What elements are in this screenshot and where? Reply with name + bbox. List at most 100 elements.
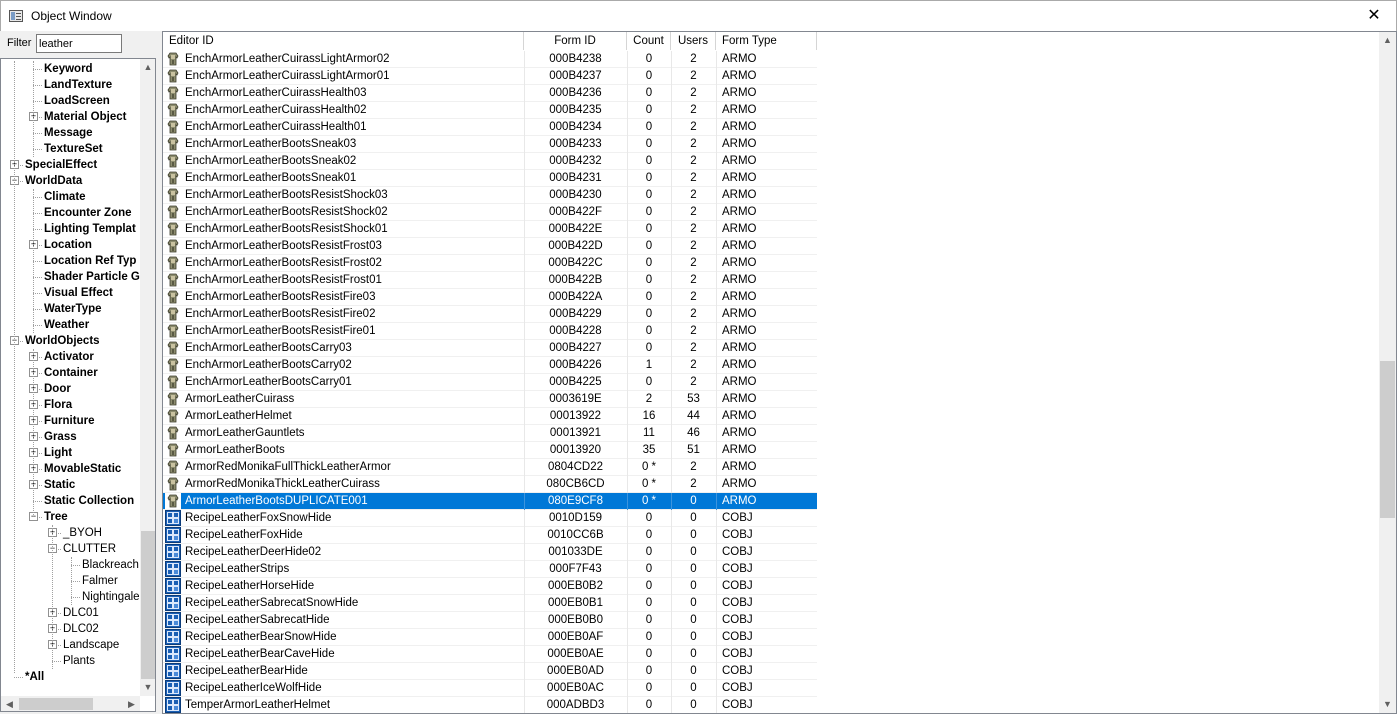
table-row[interactable]: EnchArmorLeatherBootsCarry02 000B4226 1 2 AR…	[163, 357, 817, 374]
table-row[interactable]: RecipeLeatherHorseHide 000EB0B2 0 0 COBJ	[163, 578, 817, 595]
table-row[interactable]: RecipeLeatherIceWolfHide 000EB0AC 0 0 COBJ	[163, 680, 817, 697]
tree-item-location[interactable]: Location	[44, 237, 92, 253]
table-row[interactable]: ArmorRedMonikaThickLeatherCuirass 080CB6C…	[163, 476, 817, 493]
tree-item-all[interactable]: *All	[25, 669, 44, 685]
tree-item-textureset[interactable]: TextureSet	[44, 141, 103, 157]
scroll-right-arrow-icon[interactable]: ▶	[123, 696, 140, 711]
tree-hscroll-thumb[interactable]	[19, 698, 93, 710]
tree-item-landtexture[interactable]: LandTexture	[44, 77, 112, 93]
tree-item-plants[interactable]: Plants	[63, 653, 95, 669]
tree-vertical-scrollbar[interactable]: ▲ ▼	[140, 59, 155, 696]
scroll-left-arrow-icon[interactable]: ◀	[1, 696, 18, 711]
tree-item-flora[interactable]: Flora	[44, 397, 72, 413]
tree-item-clutter[interactable]: CLUTTER	[63, 541, 116, 557]
tree-item-loadscreen[interactable]: LoadScreen	[44, 93, 110, 109]
table-row[interactable]: RecipeLeatherFoxHide 0010CC6B 0 0 COBJ	[163, 527, 817, 544]
tree-item-message[interactable]: Message	[44, 125, 93, 141]
tree-item-landscape[interactable]: Landscape	[63, 637, 119, 653]
table-row[interactable]: EnchArmorLeatherBootsResistFrost03 000B42…	[163, 238, 817, 255]
table-row[interactable]: EnchArmorLeatherBootsSneak01 000B4231 0 2 AR…	[163, 170, 817, 187]
table-row[interactable]: RecipeLeatherDeerHide02 001033DE 0 0 COBJ	[163, 544, 817, 561]
tree-item-shader-particle-g[interactable]: Shader Particle G	[44, 269, 140, 285]
tree-item-lighting-templat[interactable]: Lighting Templat	[44, 221, 136, 237]
table-row[interactable]: EnchArmorLeatherBootsCarry03 000B4227 0 2 AR…	[163, 340, 817, 357]
tree-item-worldobjects[interactable]: WorldObjects	[25, 333, 100, 349]
list-scroll-thumb[interactable]	[1380, 361, 1395, 518]
table-row[interactable]: EnchArmorLeatherBootsResistFire03 000B422…	[163, 289, 817, 306]
table-row[interactable]: RecipeLeatherStrips 000F7F43 0 0 COBJ	[163, 561, 817, 578]
table-row[interactable]: TemperArmorLeatherHelmet 000ADBD3 0 0 COBJ	[163, 697, 817, 713]
tree-item-dlc02[interactable]: DLC02	[63, 621, 99, 637]
table-row[interactable]: ArmorRedMonikaFullThickLeatherArmor 0804C…	[163, 459, 817, 476]
tree-item-encounter-zone[interactable]: Encounter Zone	[44, 205, 132, 221]
tree-item-static[interactable]: Static	[44, 477, 75, 493]
tree-item-door[interactable]: Door	[44, 381, 71, 397]
list-scroll-down-arrow-icon[interactable]: ▼	[1379, 696, 1396, 713]
tree-item-dlc01[interactable]: DLC01	[63, 605, 99, 621]
table-row[interactable]: EnchArmorLeatherBootsSneak03 000B4233 0 2 AR…	[163, 136, 817, 153]
column-header-count[interactable]: Count	[627, 32, 671, 50]
table-row[interactable]: RecipeLeatherBearCaveHide 000EB0AE 0 0 COBJ	[163, 646, 817, 663]
list-scroll-up-arrow-icon[interactable]: ▲	[1379, 32, 1396, 49]
tree-item-climate[interactable]: Climate	[44, 189, 86, 205]
table-row[interactable]: RecipeLeatherFoxSnowHide 0010D159 0 0 COBJ	[163, 510, 817, 527]
table-row[interactable]: EnchArmorLeatherCuirassLightArmor02 000B4…	[163, 51, 817, 68]
tree-scroll-thumb[interactable]	[141, 531, 155, 679]
tree-item-movablestatic[interactable]: MovableStatic	[44, 461, 121, 477]
table-row[interactable]: RecipeLeatherSabrecatSnowHide 000EB0B1 0 0 C…	[163, 595, 817, 612]
filter-input[interactable]	[36, 34, 122, 53]
tree-item-falmer[interactable]: Falmer	[82, 573, 118, 589]
table-row[interactable]: EnchArmorLeatherBootsResistFire02 000B422…	[163, 306, 817, 323]
scroll-up-arrow-icon[interactable]: ▲	[140, 59, 155, 76]
table-row[interactable]: EnchArmorLeatherCuirassLightArmor01 000B4…	[163, 68, 817, 85]
tree-item-location-ref-typ[interactable]: Location Ref Typ	[44, 253, 136, 269]
table-row[interactable]: EnchArmorLeatherBootsResistFrost01 000B42…	[163, 272, 817, 289]
table-row[interactable]: ArmorLeatherGauntlets 00013921 11 46 ARMO	[163, 425, 817, 442]
close-button[interactable]: ✕	[1352, 1, 1396, 31]
tree-item-specialeffect[interactable]: SpecialEffect	[25, 157, 97, 173]
table-row[interactable]: EnchArmorLeatherBootsResistShock01 000B42…	[163, 221, 817, 238]
column-header-form-type[interactable]: Form Type	[716, 32, 817, 50]
column-header-users[interactable]: Users	[671, 32, 716, 50]
tree-item-byoh[interactable]: _BYOH	[63, 525, 102, 541]
table-row[interactable]: RecipeLeatherBearHide 000EB0AD 0 0 COBJ	[163, 663, 817, 680]
table-row[interactable]: EnchArmorLeatherBootsSneak02 000B4232 0 2 AR…	[163, 153, 817, 170]
tree-item-activator[interactable]: Activator	[44, 349, 94, 365]
tree-item-material-object[interactable]: Material Object	[44, 109, 126, 125]
table-row[interactable]: EnchArmorLeatherBootsResistFire01 000B422…	[163, 323, 817, 340]
table-row[interactable]: EnchArmorLeatherCuirassHealth02 000B4235 0…	[163, 102, 817, 119]
table-row[interactable]: EnchArmorLeatherCuirassHealth01 000B4234 0…	[163, 119, 817, 136]
tree-horizontal-scrollbar[interactable]: ◀ ▶	[1, 696, 140, 711]
table-row[interactable]: EnchArmorLeatherCuirassHealth03 000B4236 0…	[163, 85, 817, 102]
tree-item-visual-effect[interactable]: Visual Effect	[44, 285, 113, 301]
tree-item-watertype[interactable]: WaterType	[44, 301, 102, 317]
tree-item-worlddata[interactable]: WorldData	[25, 173, 82, 189]
object-list[interactable]: Editor ID Form ID Count Users Form Type …	[162, 31, 1397, 714]
table-row[interactable]: ArmorLeatherHelmet 00013922 16 44 ARMO	[163, 408, 817, 425]
column-header-form-id[interactable]: Form ID	[524, 32, 627, 50]
tree-item-nightingale[interactable]: Nightingale	[82, 589, 140, 605]
table-row[interactable]: RecipeLeatherSabrecatHide 000EB0B0 0 0 COBJ	[163, 612, 817, 629]
table-row[interactable]: EnchArmorLeatherBootsResistFrost02 000B42…	[163, 255, 817, 272]
table-row[interactable]: EnchArmorLeatherBootsCarry01 000B4225 0 2 AR…	[163, 374, 817, 391]
table-row[interactable]: EnchArmorLeatherBootsResistShock02 000B42…	[163, 204, 817, 221]
tree-item-static-collection[interactable]: Static Collection	[44, 493, 134, 509]
tree-item-weather[interactable]: Weather	[44, 317, 89, 333]
table-row[interactable]: ArmorLeatherBoots 00013920 35 51 ARMO	[163, 442, 817, 459]
tree-item-container[interactable]: Container	[44, 365, 98, 381]
table-row[interactable]: ArmorLeatherCuirass 0003619E 2 53 ARMO	[163, 391, 817, 408]
table-row[interactable]: RecipeLeatherBearSnowHide 000EB0AF 0 0 COBJ	[163, 629, 817, 646]
column-header-editor-id[interactable]: Editor ID	[163, 32, 524, 50]
table-row[interactable]: ArmorLeatherBootsDUPLICATE001 080E9CF8 0 *…	[163, 493, 817, 510]
tree-item-tree[interactable]: Tree	[44, 509, 68, 525]
tree-item-light[interactable]: Light	[44, 445, 72, 461]
category-tree[interactable]: Keyword LandTexture LoadScreen + Material Ob…	[0, 58, 156, 712]
cell-editor-id: EnchArmorLeatherCuirassLightArmor02	[185, 53, 390, 65]
tree-item-furniture[interactable]: Furniture	[44, 413, 94, 429]
tree-item-grass[interactable]: Grass	[44, 429, 77, 445]
table-row[interactable]: EnchArmorLeatherBootsResistShock03 000B42…	[163, 187, 817, 204]
list-vertical-scrollbar[interactable]: ▲ ▼	[1379, 32, 1396, 713]
tree-item-blackreach[interactable]: Blackreach	[82, 557, 139, 573]
scroll-down-arrow-icon[interactable]: ▼	[140, 679, 155, 696]
tree-item-keyword[interactable]: Keyword	[44, 61, 93, 77]
